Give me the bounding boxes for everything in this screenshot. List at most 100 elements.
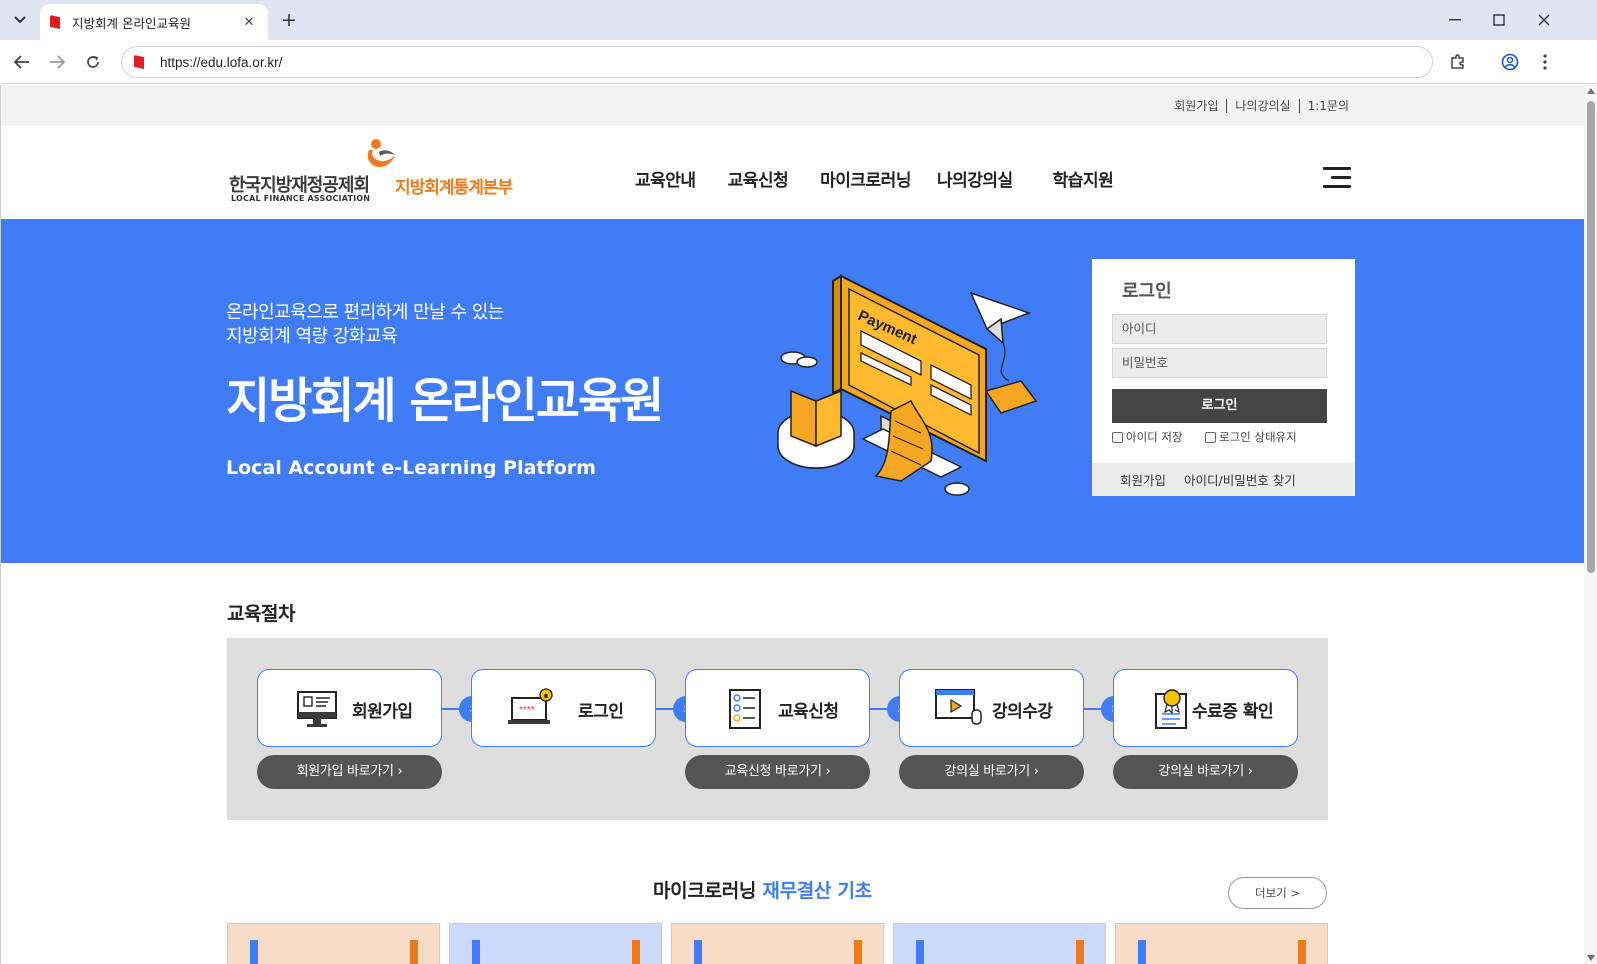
address-bar[interactable]: https://edu.lofa.or.kr/	[121, 46, 1433, 78]
course-card[interactable]	[1115, 923, 1328, 964]
button-label: 회원가입 바로가기	[296, 764, 394, 779]
step-apply[interactable]: 교육신청	[685, 669, 870, 747]
microlearning-title-accent: 재무결산 기초	[762, 880, 872, 902]
profile-button[interactable]	[1498, 50, 1522, 74]
more-button[interactable]: 더보기 >	[1228, 877, 1327, 909]
process-section-title: 교육절차	[227, 603, 295, 625]
step-login[interactable]: **** 로그인	[471, 669, 656, 747]
microlearning-title-prefix: 마이크로러닝	[653, 880, 757, 902]
minimize-icon	[1449, 19, 1461, 21]
keep-login-checkbox[interactable]: 로그인 상태유지	[1205, 429, 1297, 445]
certificate-icon	[1155, 689, 1187, 729]
logo-mark-icon	[367, 139, 395, 168]
site-favicon-icon	[50, 15, 60, 29]
arrow-left-icon	[14, 55, 29, 69]
login-button[interactable]: 로그인	[1112, 389, 1327, 423]
course-card[interactable]	[227, 923, 440, 964]
page-viewport: 회원가입 나의강의실 1:1문의 한국지방재정공제회 LOCAL FINANCE…	[0, 85, 1584, 964]
step-label: 강의수강	[992, 702, 1053, 722]
hero-english-title: Local Account e-Learning Platform	[226, 457, 596, 479]
login-panel: 로그인 아이디 비밀번호 로그인 아이디 저장 로그인 상태유지 회원가입 아이…	[1092, 259, 1355, 496]
scroll-down-icon[interactable]	[1587, 955, 1595, 961]
reload-button[interactable]	[81, 50, 105, 74]
util-link-join[interactable]: 회원가입	[1166, 99, 1226, 113]
classroom-shortcut-button[interactable]: 강의실 바로가기 ›	[899, 755, 1084, 789]
logo-dept-name: 지방회계통계본부	[395, 178, 513, 198]
keep-login-label: 로그인 상태유지	[1219, 430, 1297, 444]
back-button[interactable]	[10, 50, 34, 74]
classroom-shortcut-button-2[interactable]: 강의실 바로가기 ›	[1113, 755, 1298, 789]
save-id-label: 아이디 저장	[1126, 430, 1183, 444]
utility-bar: 회원가입 나의강의실 1:1문의	[1, 85, 1584, 126]
payment-illustration: Payment	[777, 274, 1038, 496]
svg-text:****: ****	[519, 705, 535, 716]
course-card[interactable]	[893, 923, 1106, 964]
tab-title: 지방회계 온라인교육원	[72, 15, 191, 31]
nav-item-my-classroom[interactable]: 나의강의실	[937, 166, 1013, 191]
maximize-button[interactable]	[1487, 8, 1511, 32]
password-input[interactable]: 비밀번호	[1112, 348, 1327, 378]
tab-close-icon[interactable]: ✕	[240, 15, 258, 30]
laptop-lock-icon: ****	[508, 688, 553, 724]
course-card[interactable]	[449, 923, 662, 964]
apply-shortcut-button[interactable]: 교육신청 바로가기 ›	[685, 755, 870, 789]
tab-search-button[interactable]	[8, 8, 32, 32]
save-id-checkbox[interactable]: 아이디 저장	[1112, 429, 1183, 445]
course-card[interactable]	[671, 923, 884, 964]
util-link-my-classroom[interactable]: 나의강의실	[1226, 99, 1298, 113]
card-accent-bar	[1298, 940, 1306, 964]
step-join[interactable]: 회원가입	[257, 669, 442, 747]
new-tab-button[interactable]: +	[278, 9, 300, 31]
hero-title: 지방회계 온라인교육원	[226, 373, 664, 429]
puzzle-icon	[1451, 54, 1464, 69]
step-attend[interactable]: 강의수강	[899, 669, 1084, 747]
card-accent-bar	[472, 940, 480, 964]
browser-toolbar: https://edu.lofa.or.kr/	[0, 40, 1597, 84]
step-label: 로그인	[578, 702, 624, 722]
close-window-button[interactable]	[1532, 8, 1556, 32]
nav-item-education-info[interactable]: 교육안내	[635, 166, 696, 191]
arrow-right-icon	[50, 55, 65, 69]
card-accent-bar	[632, 940, 640, 964]
card-accent-bar	[250, 940, 258, 964]
scroll-thumb[interactable]	[1587, 101, 1595, 573]
nav-item-microlearning[interactable]: 마이크로러닝	[820, 166, 911, 191]
microlearning-section-title: 마이크로러닝 재무결산 기초	[653, 876, 872, 903]
checkbox-icon	[1205, 431, 1216, 443]
login-footer: 회원가입 아이디/비밀번호 찾기	[1092, 463, 1355, 496]
hero-banner: 온라인교육으로 편리하게 만날 수 있는 지방회계 역량 강화교육 지방회계 온…	[1, 219, 1584, 563]
nav-item-education-apply[interactable]: 교육신청	[728, 166, 789, 191]
site-logo[interactable]: 한국지방재정공제회 LOCAL FINANCE ASSOCIATION 지방회계…	[229, 138, 529, 208]
join-link[interactable]: 회원가입	[1120, 470, 1166, 489]
step-label: 교육신청	[778, 702, 839, 722]
button-label: 교육신청 바로가기	[724, 764, 822, 779]
browser-menu-button[interactable]	[1533, 50, 1557, 74]
card-accent-bar	[916, 940, 924, 964]
minimize-button[interactable]	[1443, 8, 1467, 32]
browser-tab-bar: 지방회계 온라인교육원 ✕ +	[0, 0, 1597, 40]
nav-item-learning-support[interactable]: 학습지원	[1053, 166, 1114, 191]
site-favicon-icon	[134, 55, 144, 69]
hero-subtitle-line2: 지방회계 역량 강화교육	[226, 326, 398, 347]
process-panel: 회원가입 › **** 로그인 › 교육신청	[227, 638, 1328, 820]
find-account-link[interactable]: 아이디/비밀번호 찾기	[1184, 470, 1296, 489]
checkbox-icon	[1112, 431, 1123, 443]
extensions-button[interactable]	[1446, 50, 1470, 74]
scroll-up-icon[interactable]	[1587, 88, 1595, 94]
browser-tab-active[interactable]: 지방회계 온라인교육원 ✕	[40, 4, 268, 40]
forward-button[interactable]	[45, 50, 69, 74]
step-label: 수료증 확인	[1192, 702, 1274, 722]
profile-icon	[1501, 53, 1519, 71]
page-scrollbar[interactable]	[1584, 85, 1597, 964]
button-label: 강의실 바로가기	[944, 764, 1030, 779]
hero-subtitle-line1: 온라인교육으로 편리하게 만날 수 있는	[226, 302, 504, 323]
step-label: 회원가입	[352, 702, 413, 722]
monitor-profile-icon	[297, 691, 337, 727]
main-nav: 교육안내 교육신청 마이크로러닝 나의강의실 학습지원	[635, 166, 1145, 191]
user-id-input[interactable]: 아이디	[1112, 314, 1327, 344]
util-link-inquiry[interactable]: 1:1문의	[1298, 99, 1357, 113]
step-certificate[interactable]: 수료증 확인	[1113, 669, 1298, 747]
hamburger-menu-icon[interactable]	[1323, 167, 1351, 189]
card-accent-bar	[694, 940, 702, 964]
join-shortcut-button[interactable]: 회원가입 바로가기 ›	[257, 755, 442, 789]
